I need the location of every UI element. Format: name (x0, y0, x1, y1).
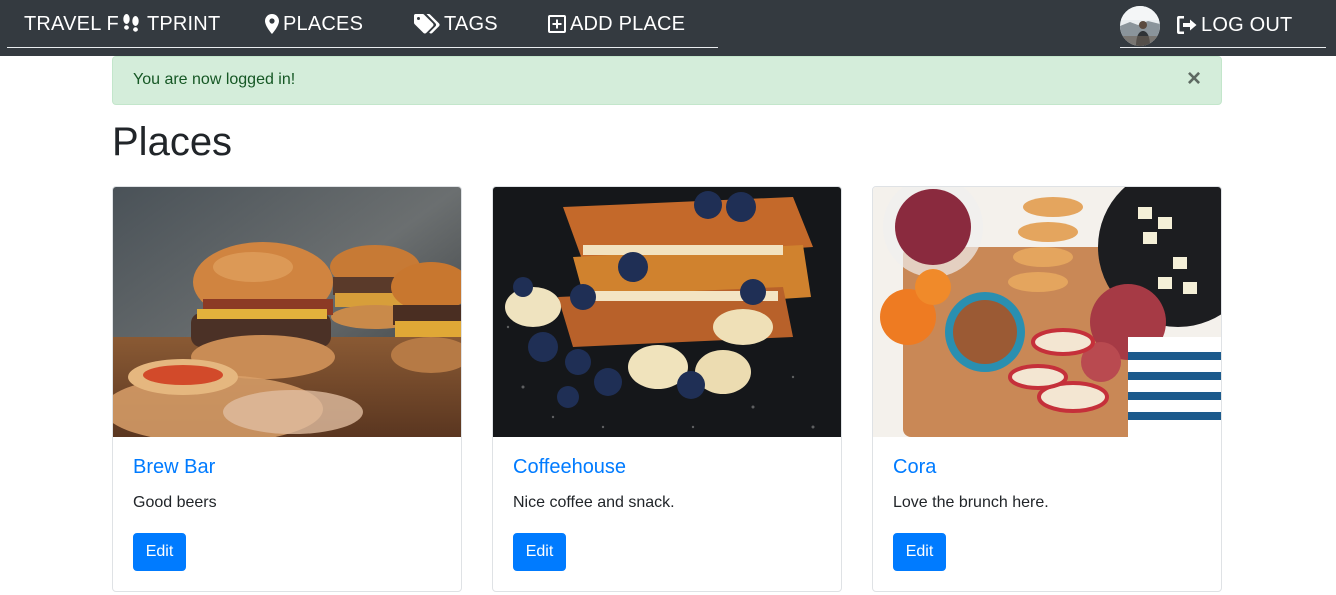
place-description: Good beers (133, 494, 217, 511)
logout-label: LOG OUT (1201, 13, 1293, 36)
place-name-link[interactable]: Cora (893, 456, 936, 479)
sign-out-icon (1177, 16, 1201, 34)
avatar[interactable] (1120, 6, 1160, 46)
place-name-link[interactable]: Coffeehouse (513, 456, 626, 479)
edit-button[interactable]: Edit (893, 533, 946, 571)
nav-add-place-label: ADD PLACE (570, 12, 686, 35)
place-card-coffeehouse: Coffeehouse Nice coffee and snack. Edit (492, 186, 842, 592)
place-card-cora: Cora Love the brunch here. Edit (872, 186, 1222, 592)
page-title: Places (112, 120, 233, 164)
edit-button[interactable]: Edit (133, 533, 186, 571)
place-image-burgers (113, 187, 461, 437)
navbar: TRAVEL F TPRINT PLACES TAGS ADD PLACE LO… (0, 0, 1336, 56)
map-marker-icon (265, 14, 283, 34)
nav-places-link[interactable]: PLACES (265, 11, 363, 37)
place-image-french-toast (493, 187, 841, 437)
brand-prefix: TRAVEL F (24, 12, 119, 35)
place-card-brew-bar: Brew Bar Good beers Edit (112, 186, 462, 592)
place-description: Love the brunch here. (893, 494, 1049, 511)
plus-square-icon (548, 15, 570, 33)
logout-link[interactable]: LOG OUT (1177, 12, 1292, 38)
nav-right-group: LOG OUT (1120, 0, 1326, 48)
place-image-brunch-board (873, 187, 1221, 437)
edit-button[interactable]: Edit (513, 533, 566, 571)
close-icon[interactable]: × (1187, 67, 1201, 91)
alert-message: You are now logged in! (133, 71, 296, 88)
place-name-link[interactable]: Brew Bar (133, 456, 215, 479)
nav-places-label: PLACES (283, 12, 364, 35)
login-success-alert: You are now logged in! × (112, 56, 1222, 105)
brand-suffix: TPRINT (146, 12, 221, 35)
brand-link[interactable]: TRAVEL F TPRINT (24, 11, 220, 37)
footprints-icon (120, 13, 146, 35)
nav-left-group: TRAVEL F TPRINT PLACES TAGS ADD PLACE (7, 0, 718, 48)
tags-icon (414, 14, 444, 34)
nav-tags-link[interactable]: TAGS (414, 11, 498, 37)
place-description: Nice coffee and snack. (513, 494, 675, 511)
nav-tags-label: TAGS (444, 12, 498, 35)
nav-add-place-link[interactable]: ADD PLACE (548, 11, 685, 37)
